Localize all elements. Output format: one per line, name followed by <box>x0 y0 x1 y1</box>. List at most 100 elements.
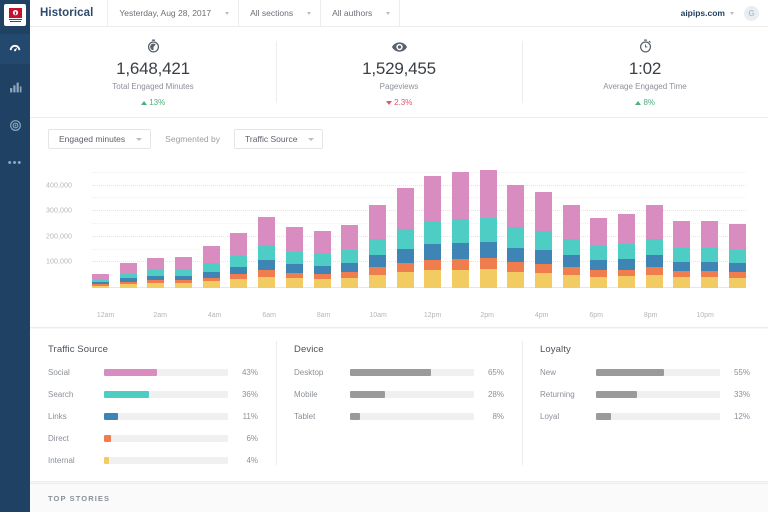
chart-bar[interactable] <box>396 188 414 288</box>
chart-bar-segment <box>507 185 525 227</box>
chart-bar[interactable] <box>285 226 303 288</box>
sidebar-item-analytics[interactable] <box>0 72 30 102</box>
breakdown-row[interactable]: Links 11% <box>48 410 258 423</box>
breakdown-row[interactable]: Tablet 8% <box>294 410 504 423</box>
breakdown-row-percent: 8% <box>492 412 504 421</box>
chart-bar-segment <box>396 272 414 288</box>
chart-bar[interactable] <box>645 204 663 288</box>
breakdown-bar-fill <box>596 413 611 420</box>
sidebar-item-more[interactable]: ••• <box>0 148 30 178</box>
domain-switcher[interactable]: aipips.com <box>681 8 744 18</box>
breakdown-row[interactable]: Internal 4% <box>48 454 258 467</box>
chart-bar-segment <box>341 262 359 272</box>
chart-bar[interactable] <box>202 246 220 288</box>
chart-bar-segment <box>535 250 552 264</box>
breakdown-row[interactable]: New 55% <box>540 366 750 379</box>
breakdown-bar-track <box>104 369 228 376</box>
avatar[interactable]: G <box>744 5 759 21</box>
chart-bar-segment <box>535 272 552 288</box>
chart-bar-segment <box>202 263 220 272</box>
chevron-down-icon <box>136 137 143 141</box>
breakdown-row[interactable]: Mobile 28% <box>294 388 504 401</box>
chart-bar[interactable] <box>92 274 109 288</box>
chevron-down-icon <box>307 11 312 15</box>
chart-bar[interactable] <box>341 224 359 288</box>
chart-bar[interactable] <box>590 217 608 288</box>
metric-dropdown[interactable]: Engaged minutes <box>48 129 152 149</box>
sidebar-item-dashboard[interactable] <box>0 34 30 64</box>
authors-filter-label: All authors <box>332 8 373 18</box>
chart-bar[interactable] <box>618 214 636 288</box>
chart-bar-segment <box>230 255 248 267</box>
chart-bar-segment <box>507 271 525 288</box>
breakdown-bar-track <box>596 391 720 398</box>
chart-bar-segment <box>645 274 663 288</box>
x-axis-tick-label: 6pm <box>589 312 603 319</box>
chart-bar-segment <box>230 233 248 256</box>
chart-bar[interactable] <box>507 185 525 288</box>
chart-bar[interactable] <box>147 257 165 288</box>
sidebar-item-targets[interactable] <box>0 110 30 140</box>
chart-bar-segment <box>147 257 165 270</box>
chart-bar[interactable] <box>119 262 137 288</box>
chart-bar[interactable] <box>728 224 746 288</box>
chart-bar-segment <box>230 266 248 275</box>
x-axis-tick-label: 12pm <box>423 312 442 319</box>
breakdown-bar-track <box>104 413 228 420</box>
chart-x-axis: 12am 2am 4am 6am 8am 10am 12pm 2pm 4pm 6pm 8pm 10pm <box>92 312 746 326</box>
sections-filter-dropdown[interactable]: All sections <box>238 0 320 27</box>
breakdown-row[interactable]: Direct 6% <box>48 432 258 445</box>
chart-bar[interactable] <box>562 204 580 288</box>
top-stories-section: TOP STORIES <box>30 483 768 512</box>
chart-bar[interactable] <box>368 204 386 288</box>
chart-bar-segment <box>92 285 109 288</box>
chart-bar-segment <box>562 238 580 256</box>
breakdown-bar-track <box>596 369 720 376</box>
chart-bar-segment <box>451 259 469 270</box>
chart-bar-segment <box>258 217 276 247</box>
engaged-minutes-icon <box>147 39 160 55</box>
chart-bar[interactable] <box>258 217 276 288</box>
chart-bar[interactable] <box>313 231 331 288</box>
kpi-value: 1,648,421 <box>116 58 190 78</box>
chart-bar[interactable] <box>701 220 719 288</box>
breakdown-row-label: Desktop <box>294 368 324 377</box>
sections-filter-label: All sections <box>250 8 294 18</box>
breakdown-panels: Traffic Source Social 43% Search 36% Links 11%… <box>30 329 768 482</box>
chart-bar-segment <box>479 217 497 242</box>
chart-bar-segment <box>479 269 497 288</box>
kpi-delta-value: 8% <box>643 98 656 108</box>
x-axis-tick-label: 2pm <box>480 312 494 319</box>
chart-bar-segment <box>313 231 331 255</box>
breakdown-row[interactable]: Social 43% <box>48 366 258 379</box>
chart-bar[interactable] <box>175 257 193 288</box>
chart-bar-segment <box>645 267 663 275</box>
chart-bar[interactable] <box>424 175 442 288</box>
chart-bar[interactable] <box>479 170 497 288</box>
breakdown-row[interactable]: Loyal 12% <box>540 410 750 423</box>
chart-bar-segment <box>701 248 719 262</box>
chart-bar[interactable] <box>230 233 248 288</box>
segment-dropdown[interactable]: Traffic Source <box>234 129 324 149</box>
x-axis-tick-label: 10am <box>369 312 387 319</box>
x-axis-tick-label: 8pm <box>643 312 658 319</box>
breakdown-bar-track <box>104 435 228 442</box>
chart-bar[interactable] <box>451 172 469 288</box>
authors-filter-dropdown[interactable]: All authors <box>320 0 399 27</box>
breakdown-row[interactable]: Returning 33% <box>540 388 750 401</box>
date-filter-dropdown[interactable]: Yesterday, Aug 28, 2017 <box>107 0 238 27</box>
chart-bar[interactable] <box>535 192 552 288</box>
chart-bar-segment <box>562 255 580 268</box>
x-axis-tick-label: 4pm <box>534 312 549 319</box>
chart-bar[interactable] <box>673 220 691 288</box>
breakdown-bar-track <box>104 457 228 464</box>
kpi-pageviews: 1,529,455 Pageviews 2.3% <box>276 27 522 117</box>
more-dots-icon: ••• <box>7 156 23 169</box>
chart-bars <box>92 160 746 288</box>
breakdown-row[interactable]: Search 36% <box>48 388 258 401</box>
chart-bar-segment <box>590 276 608 288</box>
chart-bar-segment <box>451 242 469 260</box>
parsely-logo[interactable] <box>4 4 26 26</box>
breakdown-row[interactable]: Desktop 65% <box>294 366 504 379</box>
chart-bar-segment <box>535 231 552 251</box>
